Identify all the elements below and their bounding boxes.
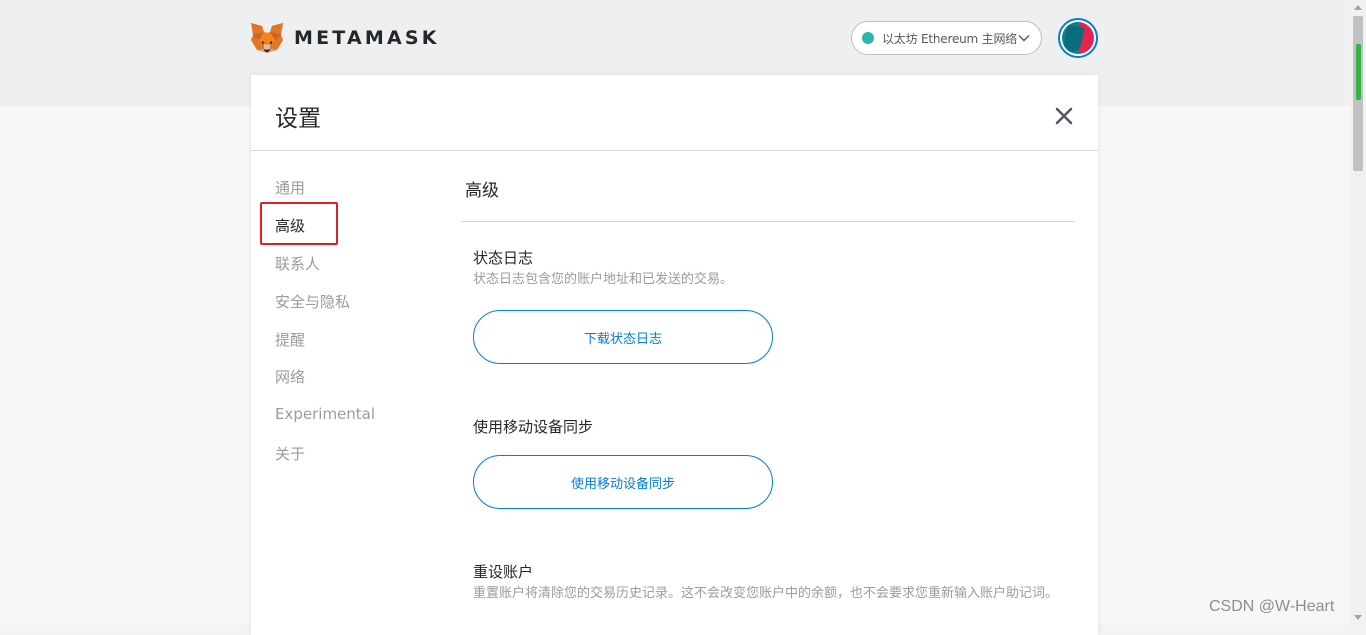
scroll-marker xyxy=(1356,44,1361,100)
download-state-logs-button[interactable]: 下载状态日志 xyxy=(473,310,773,364)
metamask-logo[interactable]: METAMASK xyxy=(250,20,440,56)
mobile-sync-button[interactable]: 使用移动设备同步 xyxy=(473,455,773,509)
settings-header: 设置 xyxy=(251,75,1098,151)
sidebar-item-contacts[interactable]: 联系人 xyxy=(275,253,320,274)
reset-account-title: 重设账户 xyxy=(473,563,534,581)
close-icon[interactable] xyxy=(1053,105,1075,127)
network-selector[interactable]: 以太坊 Ethereum 主网络 xyxy=(851,21,1042,55)
sidebar-item-general[interactable]: 通用 xyxy=(275,177,305,198)
section-title: 高级 xyxy=(465,181,499,201)
scroll-down-icon[interactable] xyxy=(1354,615,1362,620)
network-label: 以太坊 Ethereum 主网络 xyxy=(882,31,1018,46)
fox-logo-icon xyxy=(251,23,283,53)
active-item-highlight xyxy=(260,202,338,245)
network-status-dot xyxy=(862,32,874,44)
page-scrollbar[interactable] xyxy=(1350,0,1366,625)
sidebar-item-security-privacy[interactable]: 安全与隐私 xyxy=(275,291,350,312)
scroll-up-icon[interactable] xyxy=(1354,5,1362,10)
account-avatar[interactable] xyxy=(1058,18,1098,58)
page-title: 设置 xyxy=(275,106,321,132)
watermark: CSDN @W-Heart xyxy=(1209,598,1335,615)
brand-wordmark: METAMASK xyxy=(294,27,440,49)
sidebar-item-alerts[interactable]: 提醒 xyxy=(275,329,305,350)
sidebar-item-experimental[interactable]: Experimental xyxy=(275,405,375,423)
divider xyxy=(461,221,1075,222)
mobile-sync-title: 使用移动设备同步 xyxy=(473,418,594,436)
reset-account-description: 重置账户将清除您的交易历史记录。这不会改变您账户中的余额，也不会要求您重新输入账… xyxy=(473,586,1059,601)
chevron-down-icon xyxy=(1018,35,1030,42)
sidebar-item-networks[interactable]: 网络 xyxy=(275,366,305,387)
state-logs-title: 状态日志 xyxy=(473,249,534,267)
state-logs-description: 状态日志包含您的账户地址和已发送的交易。 xyxy=(473,272,734,287)
identicon xyxy=(1062,22,1094,54)
settings-card: 设置 通用 高级 联系人 安全与隐私 提醒 网络 Experimental 关于… xyxy=(251,75,1098,635)
sidebar-item-about[interactable]: 关于 xyxy=(275,443,305,464)
